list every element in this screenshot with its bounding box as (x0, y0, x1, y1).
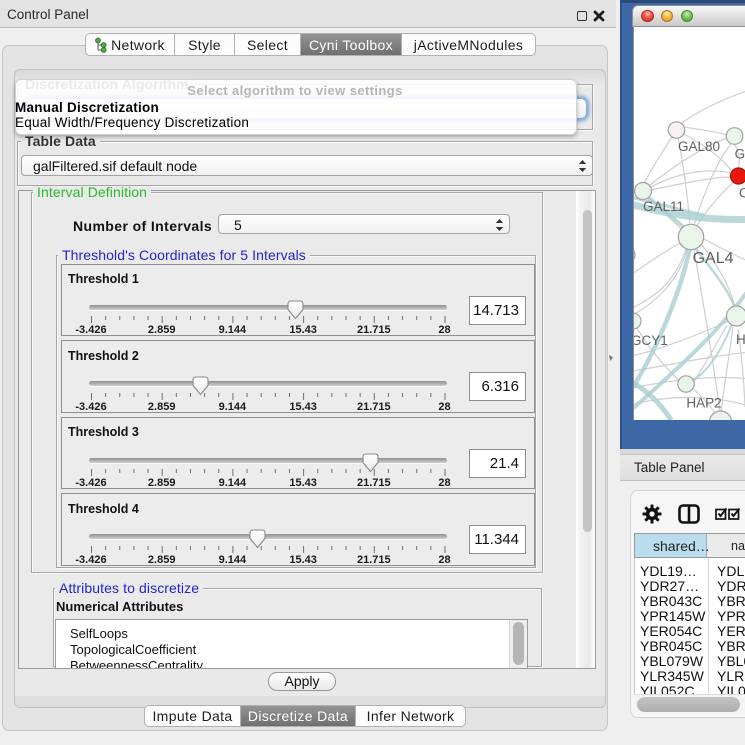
svg-text:HAP2: HAP2 (686, 396, 721, 411)
svg-text:GAL4: GAL4 (693, 250, 734, 267)
svg-text:GAL80: GAL80 (678, 139, 720, 154)
svg-text:HI: HI (736, 332, 745, 347)
svg-text:GA: GA (735, 147, 745, 162)
svg-text:C: C (739, 186, 745, 201)
svg-text:GCY1: GCY1 (634, 333, 668, 348)
svg-text:GAL11: GAL11 (643, 199, 684, 214)
